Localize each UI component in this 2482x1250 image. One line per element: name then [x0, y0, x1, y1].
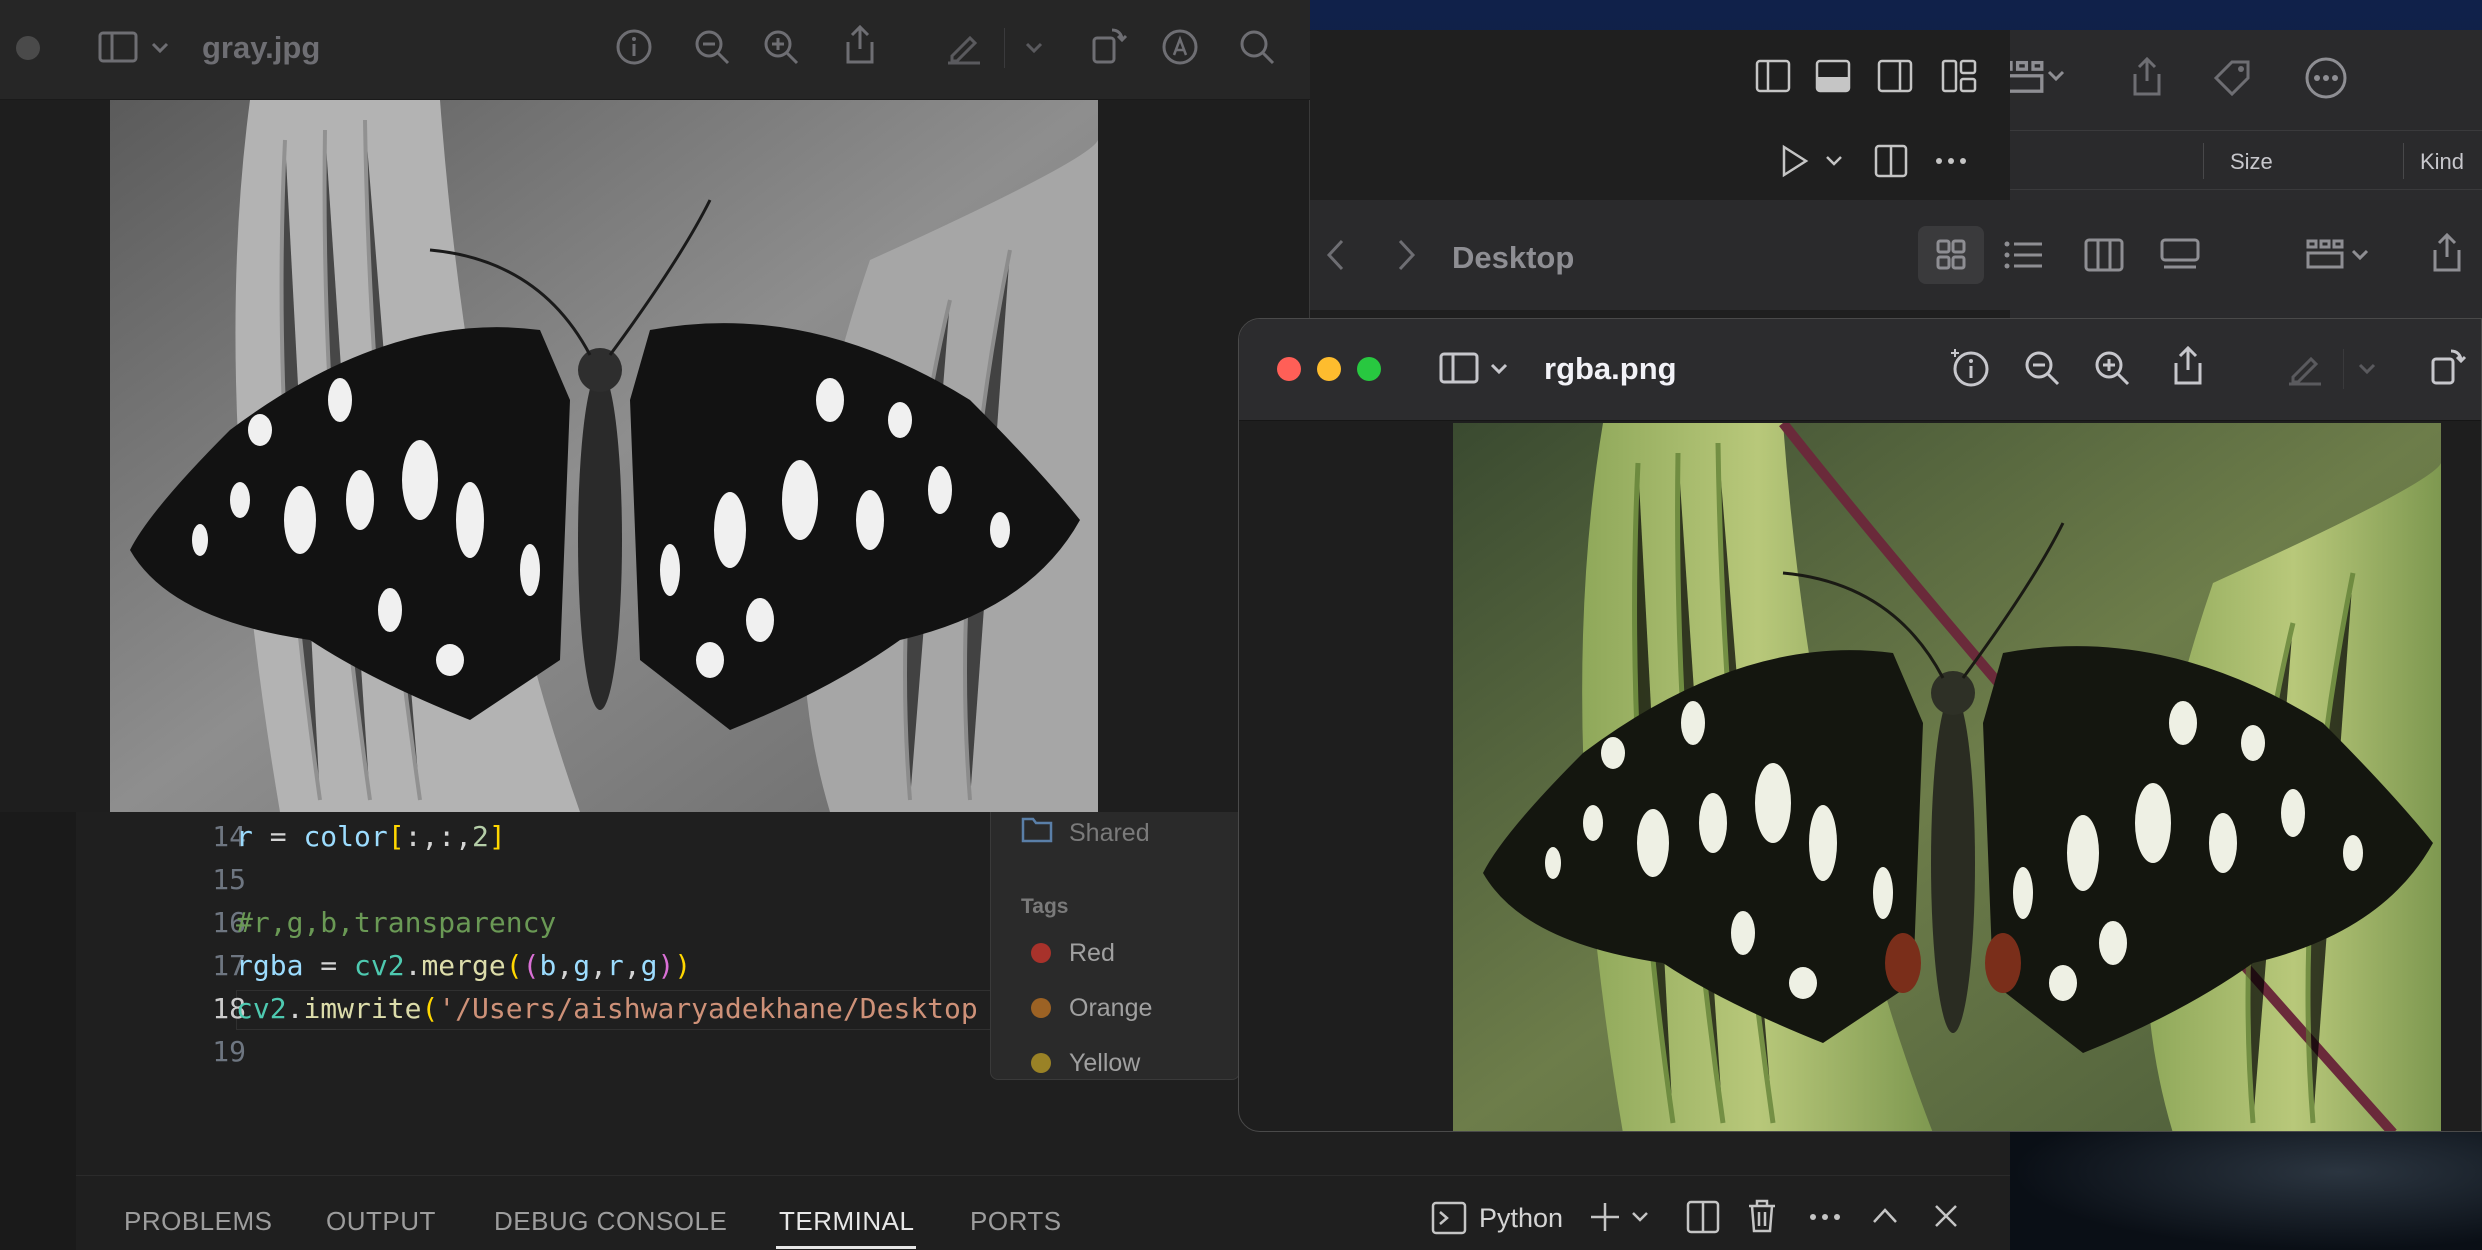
column-kind-header[interactable]: Kind [2420, 149, 2464, 175]
close-panel-icon[interactable] [1932, 1202, 1960, 1230]
finder-path-toolbar: Desktop [1310, 200, 2482, 310]
chevron-down-icon[interactable] [2046, 66, 2066, 86]
minimize-window-button[interactable] [1317, 357, 1341, 381]
more-actions-icon[interactable] [1934, 148, 1968, 174]
back-chevron-icon[interactable] [1324, 238, 1348, 272]
rotate-icon[interactable] [1090, 26, 1128, 66]
run-python-file-icon[interactable] [1780, 144, 1810, 178]
tag-yellow-dot [1031, 1053, 1051, 1073]
chevron-down-icon[interactable] [2350, 246, 2370, 264]
panel-tab-bar: PROBLEMS OUTPUT DEBUG CONSOLE TERMINAL P… [76, 1175, 2010, 1250]
gray-preview-window: gray.jpg [0, 0, 1310, 812]
window-inactive-dot[interactable] [16, 36, 40, 60]
line-number: 18 [212, 992, 246, 1025]
code-line-16-comment[interactable]: #r,g,b,transparency [236, 906, 556, 939]
chevron-down-icon[interactable] [1024, 40, 1044, 56]
tab-problems[interactable]: PROBLEMS [124, 1206, 273, 1237]
tab-ports[interactable]: PORTS [970, 1206, 1062, 1237]
share-icon[interactable] [2171, 345, 2205, 387]
markup-icon[interactable] [1161, 28, 1199, 66]
tab-debug-console[interactable]: DEBUG CONSOLE [494, 1206, 727, 1237]
more-icon[interactable] [2304, 56, 2348, 100]
tab-output[interactable]: OUTPUT [326, 1206, 436, 1237]
gallery-view-icon[interactable] [2160, 238, 2200, 272]
toggle-panel-icon[interactable] [1815, 58, 1851, 94]
column-size-header[interactable]: Size [2230, 149, 2273, 175]
finder-sidebar-tags: Shared Tags Red Orange Yellow [990, 790, 1240, 1080]
close-window-button[interactable] [1277, 357, 1301, 381]
rgba-butterfly-image [1453, 423, 2441, 1131]
rotate-icon[interactable] [2429, 347, 2467, 387]
toggle-secondary-sidebar-icon[interactable] [1877, 58, 1913, 94]
line-number: 17 [212, 949, 246, 982]
chevron-down-icon[interactable] [150, 40, 170, 56]
window-title: gray.jpg [202, 30, 321, 65]
icon-view-button[interactable] [1918, 226, 1984, 284]
terminal-name[interactable]: Python [1479, 1203, 1563, 1234]
desktop-wallpaper [2010, 1120, 2482, 1250]
info-icon[interactable] [615, 28, 653, 66]
new-terminal-icon[interactable] [1588, 1200, 1622, 1234]
code-line-14[interactable]: r = color[:,:,2] [236, 820, 506, 853]
line-number: 15 [212, 863, 246, 896]
finder-location-title: Desktop [1452, 240, 1575, 275]
code-line-17[interactable]: rgba = cv2.merge((b,g,r,g)) [236, 949, 691, 982]
forward-chevron-icon[interactable] [1394, 238, 1418, 272]
rgba-preview-window: rgba.png [1238, 318, 2482, 1132]
split-editor-icon[interactable] [1874, 144, 1908, 178]
fullscreen-window-button[interactable] [1357, 357, 1381, 381]
code-line-18[interactable]: cv2.imwrite('/Users/aishwaryadekhane/Des… [236, 992, 978, 1025]
sidebar-toggle-icon[interactable] [98, 30, 138, 64]
group-by-icon[interactable] [2306, 238, 2344, 272]
list-view-icon[interactable] [2004, 238, 2044, 272]
line-number: 16 [212, 906, 246, 939]
tags-heading: Tags [1021, 895, 1069, 918]
more-actions-icon[interactable] [1808, 1204, 1842, 1230]
zoom-out-icon[interactable] [2023, 349, 2061, 387]
zoom-in-icon[interactable] [762, 28, 800, 66]
customize-layout-icon[interactable] [1941, 58, 1977, 94]
maximize-panel-icon[interactable] [1871, 1204, 1899, 1228]
markup-pen-icon[interactable] [944, 28, 984, 66]
tag-red-dot [1031, 943, 1051, 963]
shared-folder-icon [1021, 815, 1053, 843]
tag-orange-dot [1031, 998, 1051, 1018]
chevron-down-icon[interactable] [1489, 361, 1509, 377]
rgba-preview-toolbar: rgba.png [1239, 319, 2481, 421]
markup-pen-icon[interactable] [2285, 349, 2325, 387]
grayscale-butterfly-image [110, 100, 1098, 812]
line-number: 19 [212, 1035, 246, 1068]
sidebar-tag-orange[interactable]: Orange [1069, 994, 1152, 1023]
tab-terminal[interactable]: TERMINAL [779, 1206, 914, 1237]
line-number: 14 [212, 820, 246, 853]
sidebar-item-shared[interactable]: Shared [1069, 819, 1150, 848]
terminal-icon [1431, 1200, 1467, 1236]
chevron-down-icon[interactable] [2357, 361, 2377, 377]
sidebar-tag-yellow[interactable]: Yellow [1069, 1049, 1140, 1078]
info-sparkle-icon[interactable] [1949, 347, 1991, 389]
split-terminal-icon[interactable] [1686, 1200, 1720, 1234]
zoom-out-icon[interactable] [693, 28, 731, 66]
column-view-icon[interactable] [2084, 238, 2124, 272]
toggle-primary-sidebar-icon[interactable] [1755, 58, 1791, 94]
zoom-in-icon[interactable] [2093, 349, 2131, 387]
trash-icon[interactable] [1746, 1198, 1778, 1234]
share-icon[interactable] [843, 24, 877, 66]
activity-bar [0, 780, 76, 1250]
window-title: rgba.png [1544, 351, 1677, 386]
active-tab-indicator [776, 1246, 916, 1249]
sidebar-tag-red[interactable]: Red [1069, 939, 1115, 968]
chevron-down-icon[interactable] [1630, 1208, 1650, 1226]
gray-preview-toolbar: gray.jpg [0, 0, 1310, 100]
tag-icon[interactable] [2210, 56, 2254, 100]
run-options-chevron-icon[interactable] [1824, 152, 1844, 170]
share-icon[interactable] [2430, 232, 2464, 274]
search-icon[interactable] [1238, 28, 1276, 66]
sidebar-toggle-icon[interactable] [1439, 351, 1479, 385]
share-icon[interactable] [2130, 56, 2164, 98]
